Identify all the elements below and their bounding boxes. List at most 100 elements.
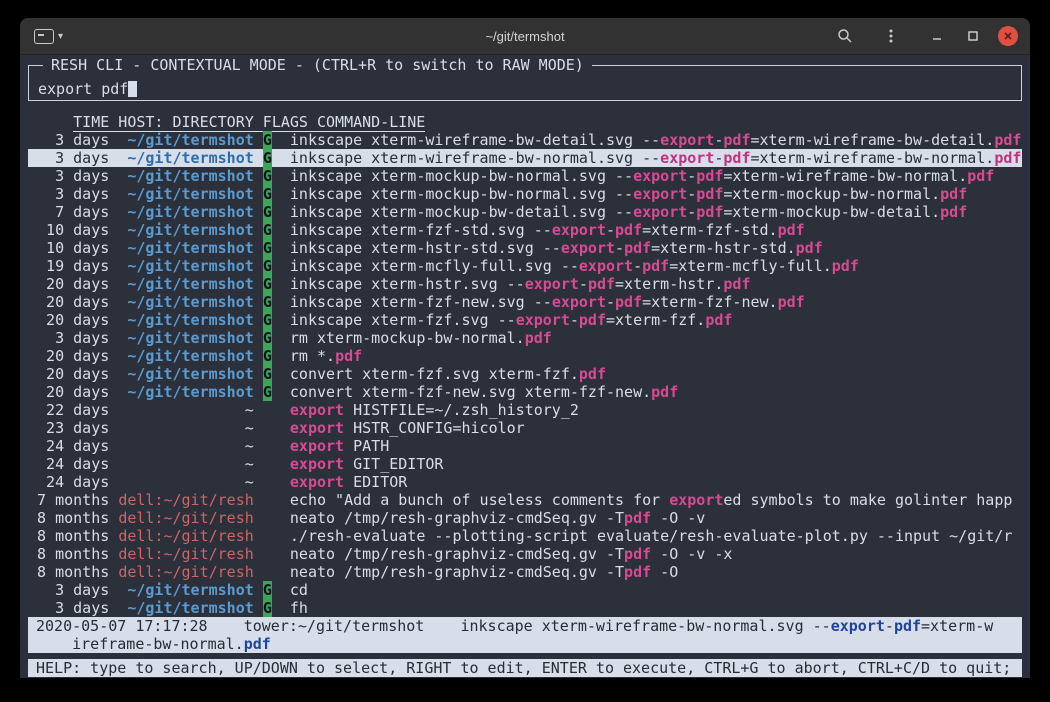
time-cell: 20 days bbox=[28, 365, 109, 383]
history-row[interactable]: 8 months dell:~/git/resh neato /tmp/resh… bbox=[28, 563, 1022, 581]
host-directory-cell: ~ bbox=[118, 455, 253, 473]
status-line-2: ireframe-bw-normal.pdf bbox=[36, 635, 1022, 653]
close-button[interactable] bbox=[998, 26, 1018, 46]
terminal-window: ▾ ~/git/termshot bbox=[20, 18, 1030, 678]
search-match: pdf bbox=[624, 563, 651, 581]
history-row[interactable]: 23 days ~ export HSTR_CONFIG=hicolor bbox=[28, 419, 1022, 437]
search-match: export bbox=[290, 455, 344, 473]
history-row[interactable]: 8 months dell:~/git/resh neato /tmp/resh… bbox=[28, 545, 1022, 563]
time-cell: 8 months bbox=[28, 545, 109, 563]
host-directory-cell: ~/git/termshot bbox=[118, 257, 253, 275]
host-directory-cell: dell:~/git/resh bbox=[118, 491, 253, 509]
new-tab-button[interactable]: ▾ bbox=[34, 29, 63, 44]
time-cell: 3 days bbox=[28, 599, 109, 617]
search-match: pdf bbox=[723, 275, 750, 293]
titlebar[interactable]: ▾ ~/git/termshot bbox=[20, 18, 1030, 55]
command-cell: export HSTR_CONFIG=hicolor bbox=[290, 419, 525, 437]
search-match: export bbox=[660, 131, 714, 149]
history-row[interactable]: 19 days ~/git/termshot G inkscape xterm-… bbox=[28, 257, 1022, 275]
history-row[interactable]: 3 days ~/git/termshot G rm xterm-mockup-… bbox=[28, 329, 1022, 347]
search-match: export bbox=[290, 437, 344, 455]
history-row[interactable]: 20 days ~/git/termshot G convert xterm-f… bbox=[28, 383, 1022, 401]
time-cell: 20 days bbox=[28, 293, 109, 311]
history-row[interactable]: 22 days ~ export HISTFILE=~/.zsh_history… bbox=[28, 401, 1022, 419]
history-row[interactable]: 7 months dell:~/git/resh echo "Add a bun… bbox=[28, 491, 1022, 509]
minimize-button[interactable] bbox=[926, 25, 948, 47]
search-box-title: RESH CLI - CONTEXTUAL MODE - (CTRL+R to … bbox=[43, 56, 592, 74]
command-cell: inkscape xterm-fzf-std.svg --export-pdf=… bbox=[290, 221, 805, 239]
history-row[interactable]: 10 days ~/git/termshot G inkscape xterm-… bbox=[28, 221, 1022, 239]
history-row[interactable]: 10 days ~/git/termshot G inkscape xterm-… bbox=[28, 239, 1022, 257]
search-match: pdf bbox=[832, 257, 859, 275]
terminal-tab-icon bbox=[34, 29, 54, 44]
history-row[interactable]: 3 days ~/git/termshot G inkscape xterm-m… bbox=[28, 185, 1022, 203]
git-flag-badge: G bbox=[263, 239, 272, 257]
history-row[interactable]: 20 days ~/git/termshot G inkscape xterm-… bbox=[28, 311, 1022, 329]
history-row[interactable]: 20 days ~/git/termshot G inkscape xterm-… bbox=[28, 275, 1022, 293]
history-row[interactable]: 3 days ~/git/termshot G inkscape xterm-m… bbox=[28, 167, 1022, 185]
history-row[interactable]: 3 days ~/git/termshot G cd bbox=[28, 581, 1022, 599]
history-row[interactable]: 7 days ~/git/termshot G inkscape xterm-m… bbox=[28, 203, 1022, 221]
command-cell: inkscape xterm-hstr-std.svg --export-pdf… bbox=[290, 239, 823, 257]
command-cell: inkscape xterm-hstr.svg --export-pdf=xte… bbox=[290, 275, 751, 293]
close-icon bbox=[1002, 30, 1014, 42]
history-row[interactable]: 20 days ~/git/termshot G inkscape xterm-… bbox=[28, 293, 1022, 311]
search-match: pdf bbox=[624, 239, 651, 257]
host-directory-cell: dell:~/git/resh bbox=[118, 527, 253, 545]
history-row[interactable]: 8 months dell:~/git/resh ./resh-evaluate… bbox=[28, 527, 1022, 545]
search-match: export bbox=[552, 293, 606, 311]
search-button[interactable] bbox=[834, 25, 856, 47]
command-cell: fh bbox=[290, 599, 308, 617]
search-box[interactable]: RESH CLI - CONTEXTUAL MODE - (CTRL+R to … bbox=[28, 65, 1022, 101]
time-cell: 3 days bbox=[28, 581, 109, 599]
history-row-selected[interactable]: 3 days ~/git/termshot G inkscape xterm-w… bbox=[28, 149, 1022, 167]
search-match: pdf bbox=[778, 221, 805, 239]
time-cell: 8 months bbox=[28, 563, 109, 581]
history-row[interactable]: 24 days ~ export GIT_EDITOR bbox=[28, 455, 1022, 473]
command-cell: ./resh-evaluate --plotting-script evalua… bbox=[290, 527, 1012, 545]
search-match: export bbox=[633, 203, 687, 221]
host-directory-cell: ~ bbox=[118, 437, 253, 455]
host-directory-cell: ~/git/termshot bbox=[118, 383, 253, 401]
search-match: export bbox=[579, 257, 633, 275]
host-directory-cell: ~/git/termshot bbox=[118, 275, 253, 293]
search-match: pdf bbox=[796, 239, 823, 257]
search-match: pdf bbox=[994, 131, 1021, 149]
time-cell: 3 days bbox=[28, 131, 109, 149]
history-row[interactable]: 3 days ~/git/termshot G inkscape xterm-w… bbox=[28, 131, 1022, 149]
time-cell: 20 days bbox=[28, 275, 109, 293]
search-input[interactable]: export pdf bbox=[38, 80, 137, 98]
host-directory-cell: ~/git/termshot bbox=[118, 149, 253, 167]
host-directory-cell: ~/git/termshot bbox=[118, 239, 253, 257]
git-flag-badge: G bbox=[263, 275, 272, 293]
time-cell: 24 days bbox=[28, 473, 109, 491]
git-flag-badge: G bbox=[263, 257, 272, 275]
terminal-content[interactable]: RESH CLI - CONTEXTUAL MODE - (CTRL+R to … bbox=[20, 55, 1030, 678]
command-cell: export PATH bbox=[290, 437, 389, 455]
history-row[interactable]: 20 days ~/git/termshot G rm *.pdf bbox=[28, 347, 1022, 365]
command-cell: inkscape xterm-mockup-bw-normal.svg --ex… bbox=[290, 185, 967, 203]
host-directory-cell: ~/git/termshot bbox=[118, 581, 253, 599]
status-bar: 2020-05-07 17:17:28 tower:~/git/termshot… bbox=[28, 617, 1022, 653]
history-row[interactable]: 20 days ~/git/termshot G convert xterm-f… bbox=[28, 365, 1022, 383]
search-match: pdf bbox=[624, 509, 651, 527]
time-cell: 20 days bbox=[28, 347, 109, 365]
history-row[interactable]: 8 months dell:~/git/resh neato /tmp/resh… bbox=[28, 509, 1022, 527]
time-cell: 22 days bbox=[28, 401, 109, 419]
search-match: export bbox=[552, 221, 606, 239]
history-row[interactable]: 24 days ~ export PATH bbox=[28, 437, 1022, 455]
search-match: pdf bbox=[723, 149, 750, 167]
history-row[interactable]: 24 days ~ export EDITOR bbox=[28, 473, 1022, 491]
history-row[interactable]: 3 days ~/git/termshot G fh bbox=[28, 599, 1022, 617]
menu-button[interactable] bbox=[880, 25, 902, 47]
chevron-down-icon: ▾ bbox=[58, 31, 63, 42]
host-directory-cell: ~/git/termshot bbox=[118, 311, 253, 329]
time-cell: 8 months bbox=[28, 509, 109, 527]
host-directory-cell: ~/git/termshot bbox=[118, 365, 253, 383]
search-match: pdf bbox=[940, 203, 967, 221]
search-match: export bbox=[669, 491, 723, 509]
restore-button[interactable] bbox=[962, 25, 984, 47]
time-cell: 19 days bbox=[28, 257, 109, 275]
time-cell: 10 days bbox=[28, 221, 109, 239]
search-match: pdf bbox=[651, 383, 678, 401]
